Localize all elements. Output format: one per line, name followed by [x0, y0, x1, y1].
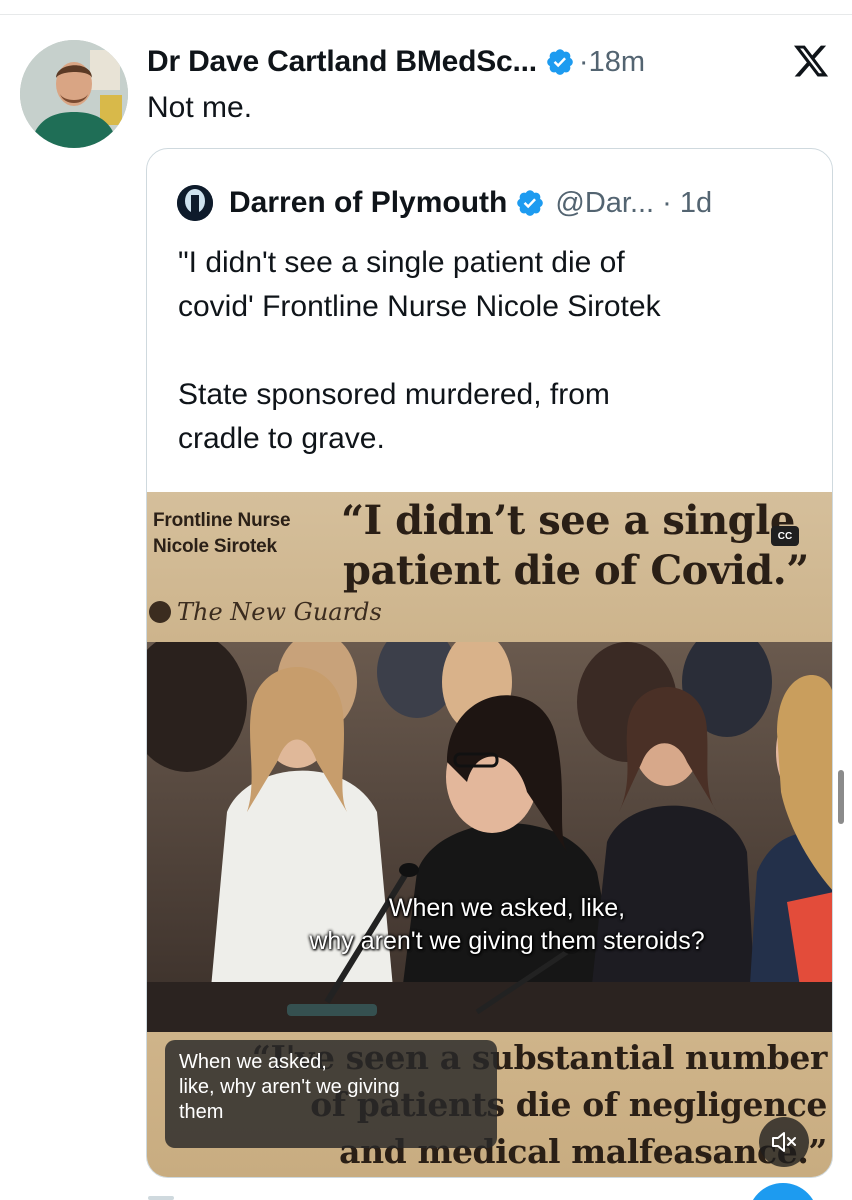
video-frame	[147, 642, 832, 1032]
verified-badge-icon	[517, 190, 544, 216]
next-tweet-peek	[148, 1196, 174, 1200]
x-logo-icon	[793, 45, 829, 77]
banner-quote: “I didn’t see a single patient die of Co…	[341, 497, 809, 594]
tweet-time[interactable]: ·18m	[579, 46, 645, 79]
compose-button[interactable]	[748, 1183, 818, 1200]
quoted-text-line: cradle to grave.	[178, 422, 385, 455]
quoted-author-avatar[interactable]	[177, 185, 213, 221]
avatar-photo	[20, 40, 128, 148]
author-name[interactable]: Dr Dave Cartland BMedSc...	[147, 45, 537, 79]
scrollbar[interactable]	[838, 770, 844, 824]
caption-overlay: When we asked, like, why aren't we givin…	[165, 1040, 497, 1148]
quoted-tweet-card[interactable]: Darren of Plymouth @Dar... · 1d "I didn'…	[146, 148, 833, 1178]
mute-icon	[772, 1132, 796, 1152]
verified-badge-icon	[547, 49, 573, 75]
top-divider	[0, 14, 852, 15]
brand-logo: The New Guards	[149, 598, 382, 626]
brand-mark-icon	[149, 601, 171, 623]
quoted-tweet-header: Darren of Plymouth @Dar... · 1d	[177, 185, 712, 221]
mute-button[interactable]	[759, 1117, 809, 1167]
tweet-text: Not me.	[147, 91, 253, 124]
quoted-author-handle[interactable]: @Dar... · 1d	[555, 187, 712, 220]
video-player[interactable]: Frontline Nurse Nicole Sirotek “I didn’t…	[147, 492, 832, 1177]
quoted-text-line: State sponsored murdered, from	[178, 378, 610, 411]
video-subtitle: When we asked, like, why aren't we givin…	[309, 894, 705, 955]
quoted-tweet-time[interactable]: 1d	[680, 187, 712, 219]
quoted-author-name[interactable]: Darren of Plymouth	[229, 186, 507, 220]
quoted-text-line: "I didn't see a single patient die of	[178, 246, 625, 279]
video-top-banner: Frontline Nurse Nicole Sirotek “I didn’t…	[147, 492, 832, 642]
tweet-header: Dr Dave Cartland BMedSc... ·18m	[147, 40, 837, 84]
quoted-text-line: covid' Frontline Nurse Nicole Sirotek	[178, 290, 661, 323]
quoted-tweet-text: "I didn't see a single patient die of co…	[178, 241, 808, 461]
author-avatar[interactable]	[20, 40, 128, 148]
banner-speaker-label: Frontline Nurse Nicole Sirotek	[153, 510, 291, 557]
closed-captions-icon[interactable]: CC	[771, 526, 799, 546]
